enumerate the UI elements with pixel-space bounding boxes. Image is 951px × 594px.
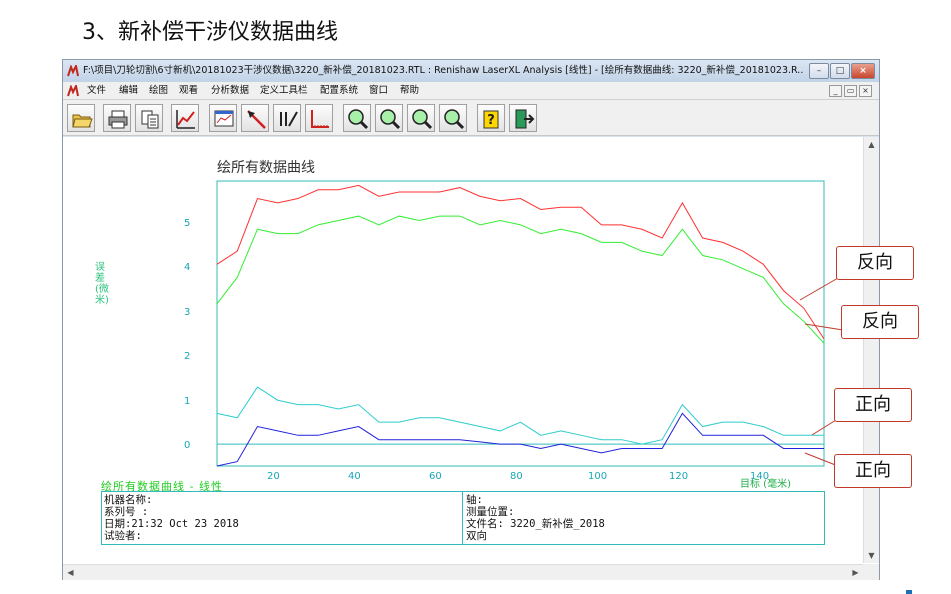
callout-forward-cyan: 正向 xyxy=(834,388,912,422)
callout-leader xyxy=(811,419,837,436)
callout-reverse-red: 反向 xyxy=(836,246,914,280)
callout-reverse-green: 反向 xyxy=(841,305,919,339)
callout-forward-blue: 正向 xyxy=(834,454,912,488)
callout-leader xyxy=(799,277,839,301)
callout-leader xyxy=(804,323,844,331)
slide-decoration xyxy=(906,590,912,594)
callout-leaders xyxy=(799,277,844,467)
